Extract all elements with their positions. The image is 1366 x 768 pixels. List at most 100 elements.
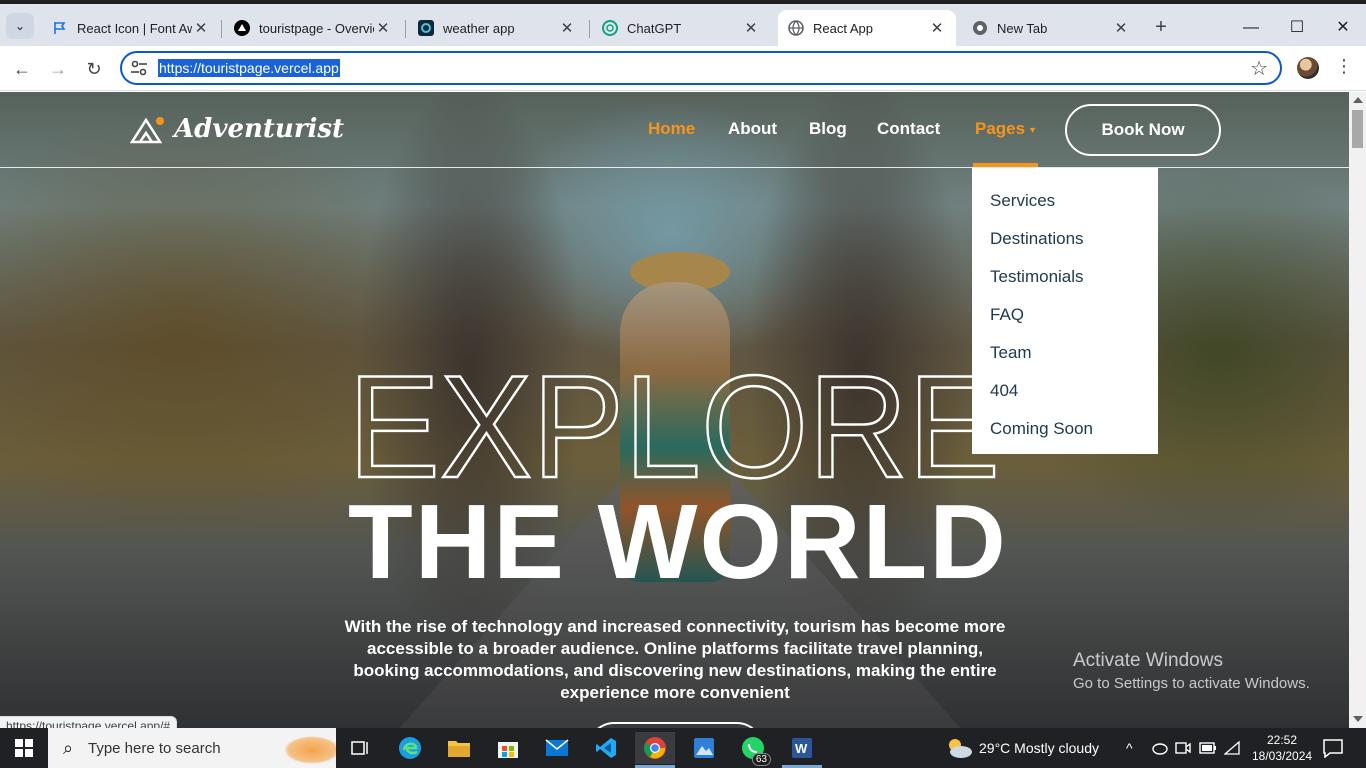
page-scrollbar[interactable]: [1349, 92, 1366, 728]
tab-react-app[interactable]: React App ✕: [778, 10, 956, 46]
chevron-down-icon: ⌄: [14, 19, 26, 33]
mountain-logo-icon: [130, 117, 164, 144]
profile-avatar[interactable]: [1297, 57, 1319, 79]
task-view-icon[interactable]: [341, 732, 381, 764]
scroll-up-arrow-icon[interactable]: [1353, 97, 1363, 103]
pages-active-indicator: [973, 163, 1038, 167]
activate-subtitle: Go to Settings to activate Windows.: [1073, 675, 1310, 692]
globe-icon: [788, 20, 804, 36]
tab-weather-app[interactable]: weather app ✕: [408, 10, 586, 46]
nav-pages-link[interactable]: Pages ▼: [975, 119, 1037, 139]
hero-title-world: THE WORLD: [348, 483, 1008, 601]
maximize-button[interactable]: ☐: [1274, 14, 1320, 42]
mail-icon[interactable]: [537, 732, 577, 764]
site-settings-icon[interactable]: [130, 60, 148, 76]
tab-chatgpt[interactable]: ChatGPT ✕: [592, 10, 770, 46]
book-now-label: Book Now: [1101, 120, 1185, 139]
close-tab-icon[interactable]: ✕: [558, 19, 576, 37]
dropdown-item-services[interactable]: Services: [972, 182, 1158, 220]
notification-center-icon[interactable]: [1322, 738, 1344, 758]
tab-separator: [221, 20, 222, 38]
page-viewport: Adventurist Home About Blog Contact Page…: [0, 92, 1349, 728]
chatgpt-icon: [602, 20, 618, 36]
bookmark-star-icon[interactable]: ☆: [1250, 56, 1268, 81]
chrome-taskbar-icon[interactable]: [635, 732, 675, 764]
arrow-left-icon: ←: [13, 58, 31, 79]
arrow-right-icon: →: [49, 58, 67, 79]
tab-title: touristpage - Overvie: [259, 20, 374, 36]
file-explorer-icon[interactable]: [439, 732, 479, 764]
reload-icon: ↻: [86, 58, 102, 79]
dropdown-item-testimonials[interactable]: Testimonials: [972, 258, 1158, 296]
close-tab-icon[interactable]: ✕: [1112, 19, 1130, 37]
back-button[interactable]: ←: [8, 55, 36, 83]
nav-home-link[interactable]: Home: [648, 119, 695, 139]
book-now-button[interactable]: Book Now: [1065, 104, 1221, 156]
taskbar-search-box[interactable]: ⌕ Type here to search: [48, 728, 336, 768]
tab-search-button[interactable]: ⌄: [6, 13, 34, 39]
windows-taskbar: ⌕ Type here to search 63 W 29°C Mostly c…: [0, 728, 1366, 768]
menu-kebab-icon[interactable]: ⋮: [1334, 56, 1354, 77]
tab-separator: [405, 20, 406, 38]
nav-blog-link[interactable]: Blog: [809, 119, 847, 139]
tab-title: React App: [813, 20, 873, 36]
status-bar-url: https://touristpage.vercel.app/#: [0, 716, 178, 728]
forward-button[interactable]: →: [44, 55, 72, 83]
minimize-button[interactable]: —: [1228, 14, 1274, 42]
tab-touristpage[interactable]: touristpage - Overvie ✕: [224, 10, 402, 46]
reload-button[interactable]: ↻: [80, 55, 108, 83]
site-logo[interactable]: Adventurist: [130, 114, 344, 144]
dropdown-item-destinations[interactable]: Destinations: [972, 220, 1158, 258]
url-text[interactable]: https://touristpage.vercel.app: [158, 59, 340, 77]
onedrive-icon[interactable]: [1150, 728, 1168, 768]
chrome-icon: [972, 20, 988, 36]
scrollbar-thumb[interactable]: [1352, 110, 1363, 148]
activate-title: Activate Windows: [1073, 650, 1223, 671]
scroll-down-arrow-icon[interactable]: [1353, 716, 1363, 722]
svg-text:W: W: [795, 741, 808, 756]
nav-about-link[interactable]: About: [728, 119, 777, 139]
vscode-icon[interactable]: [586, 732, 626, 764]
close-window-button[interactable]: ✕: [1320, 14, 1366, 42]
edge-browser-icon[interactable]: [390, 732, 430, 764]
tab-title: New Tab: [997, 20, 1048, 36]
maximize-icon: ☐: [1289, 19, 1305, 36]
whatsapp-badge: 63: [751, 753, 771, 766]
start-button[interactable]: [0, 728, 48, 768]
chevron-up-icon: ^: [1126, 740, 1133, 756]
word-icon[interactable]: W: [782, 732, 822, 764]
show-hidden-icons-button[interactable]: ^: [1126, 728, 1133, 768]
tab-title: weather app: [443, 20, 515, 36]
search-highlight-art: [262, 728, 336, 768]
tab-title: ChatGPT: [627, 20, 682, 36]
meet-now-icon[interactable]: [1175, 728, 1191, 768]
network-icon[interactable]: [1224, 728, 1240, 768]
tab-new-tab[interactable]: New Tab ✕: [962, 10, 1140, 46]
clock-time: 22:52: [1266, 733, 1298, 747]
caret-down-icon: ▼: [1028, 124, 1038, 135]
dropdown-item-faq[interactable]: FAQ: [972, 296, 1158, 334]
close-tab-icon[interactable]: ✕: [192, 19, 210, 37]
flag-icon: [52, 20, 68, 36]
system-clock[interactable]: 22:52 18/03/2024: [1252, 732, 1312, 764]
tab-strip: ⌄ React Icon | Font Awe ✕ touristpage - …: [0, 4, 1366, 46]
close-tab-icon[interactable]: ✕: [374, 19, 392, 37]
clock-date: 18/03/2024: [1252, 749, 1313, 763]
plus-icon: +: [1155, 16, 1167, 38]
vercel-icon: [234, 20, 250, 36]
microsoft-store-icon[interactable]: [488, 732, 528, 764]
new-tab-button[interactable]: +: [1150, 17, 1172, 39]
activate-windows-watermark: Activate Windows Go to Settings to activ…: [1073, 650, 1310, 692]
battery-icon[interactable]: [1199, 728, 1217, 768]
tab-react-icon[interactable]: React Icon | Font Awe ✕: [42, 10, 220, 46]
nav-contact-link[interactable]: Contact: [877, 119, 940, 139]
nav-pages-label: Pages: [975, 119, 1026, 138]
tab-separator: [589, 20, 590, 38]
weather-widget[interactable]: 29°C Mostly cloudy: [945, 728, 1099, 768]
close-tab-icon[interactable]: ✕: [742, 19, 760, 37]
whatsapp-icon[interactable]: 63: [733, 732, 773, 766]
close-tab-icon[interactable]: ✕: [928, 19, 946, 37]
address-bar[interactable]: https://touristpage.vercel.app ☆: [120, 51, 1282, 85]
photos-icon[interactable]: [684, 732, 724, 764]
tab-title: React Icon | Font Awe: [77, 20, 192, 36]
